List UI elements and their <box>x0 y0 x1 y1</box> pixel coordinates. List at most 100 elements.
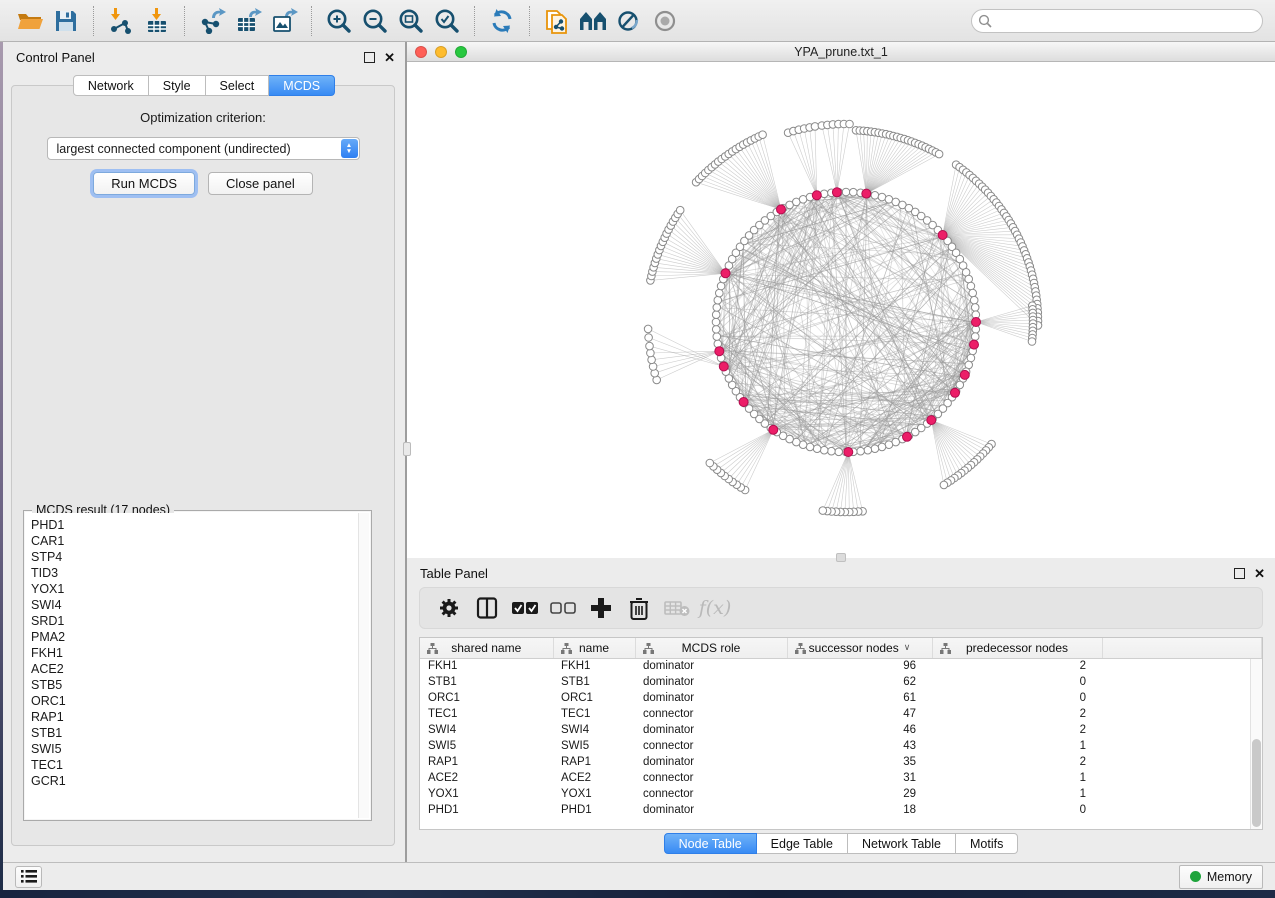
mcds-result-item[interactable]: YOX1 <box>31 581 357 597</box>
mcds-result-item[interactable]: TID3 <box>31 565 357 581</box>
combo-stepper-icon: ▲▼ <box>341 139 358 158</box>
memory-status-icon <box>1190 871 1201 882</box>
save-session-button[interactable] <box>48 4 84 38</box>
first-neighbors-button[interactable] <box>575 4 611 38</box>
import-table-button[interactable] <box>139 4 175 38</box>
column-header-name[interactable]: name <box>553 638 635 658</box>
mcds-result-item[interactable]: FKH1 <box>31 645 357 661</box>
network-canvas[interactable] <box>407 62 1275 558</box>
mcds-result-item[interactable]: PMA2 <box>31 629 357 645</box>
optimization-criterion-select[interactable]: largest connected component (undirected)… <box>47 137 360 160</box>
table-row[interactable]: RAP1RAP1dominator352 <box>420 754 1262 770</box>
table-row[interactable]: FKH1FKH1dominator962 <box>420 658 1262 674</box>
tab-edge-table[interactable]: Edge Table <box>757 833 848 854</box>
optimization-criterion-label: Optimization criterion: <box>12 110 394 125</box>
control-panel-close-button[interactable]: ✕ <box>384 52 395 63</box>
zoom-selected-button[interactable] <box>429 4 465 38</box>
table-row[interactable]: SWI5SWI5connector431 <box>420 738 1262 754</box>
select-all-button[interactable] <box>508 591 542 625</box>
column-header-shared-name[interactable]: shared name <box>420 638 553 658</box>
attribute-icon <box>795 643 806 654</box>
desktop-background-strip <box>0 890 1275 898</box>
memory-button[interactable]: Memory <box>1179 865 1263 889</box>
mcds-result-item[interactable]: STP4 <box>31 549 357 565</box>
export-table-icon <box>235 8 262 34</box>
mcds-result-item[interactable]: ACE2 <box>31 661 357 677</box>
mcds-result-item[interactable]: RAP1 <box>31 709 357 725</box>
table-row[interactable]: STB1STB1dominator620 <box>420 674 1262 690</box>
tab-motifs[interactable]: Motifs <box>956 833 1018 854</box>
show-columns-button[interactable] <box>470 591 504 625</box>
mcds-result-item[interactable]: SWI4 <box>31 597 357 613</box>
mcds-result-item[interactable]: STB5 <box>31 677 357 693</box>
open-file-button[interactable] <box>12 4 48 38</box>
zoom-out-button[interactable] <box>357 4 393 38</box>
close-panel-button[interactable]: Close panel <box>208 172 313 195</box>
zoom-in-button[interactable] <box>321 4 357 38</box>
save-icon <box>54 9 78 33</box>
mcds-result-item[interactable]: ORC1 <box>31 693 357 709</box>
node-table-container: shared namenameMCDS rolesuccessor nodes∨… <box>419 637 1263 830</box>
tab-node-table[interactable]: Node Table <box>664 833 757 854</box>
function-builder-button[interactable]: f(x) <box>698 591 732 625</box>
trash-icon <box>629 597 649 620</box>
table-row[interactable]: TEC1TEC1connector472 <box>420 706 1262 722</box>
gear-icon <box>438 597 460 619</box>
horizontal-splitter-grip[interactable] <box>836 553 846 562</box>
attribute-icon <box>940 643 951 654</box>
tab-select[interactable]: Select <box>206 75 270 96</box>
table-panel-tabs: Node TableEdge TableNetwork TableMotifs <box>407 833 1275 854</box>
network-graph-svg <box>407 62 1275 558</box>
show-panels-list-button[interactable] <box>15 866 42 888</box>
delete-table-button[interactable] <box>660 591 694 625</box>
tab-mcds[interactable]: MCDS <box>269 75 335 96</box>
network-window-title: YPA_prune.txt_1 <box>407 45 1275 59</box>
table-scrollbar[interactable] <box>1250 659 1262 829</box>
column-header-predecessor-nodes[interactable]: predecessor nodes <box>932 638 1102 658</box>
export-image-button[interactable] <box>266 4 302 38</box>
network-from-selection-button[interactable] <box>539 4 575 38</box>
mcds-result-item[interactable]: CAR1 <box>31 533 357 549</box>
vertical-splitter-grip[interactable] <box>403 442 411 456</box>
table-row[interactable]: ORC1ORC1dominator610 <box>420 690 1262 706</box>
apply-layout-button[interactable] <box>484 4 520 38</box>
show-all-button[interactable] <box>647 4 683 38</box>
mcds-result-item[interactable]: PHD1 <box>31 517 357 533</box>
mcds-result-item[interactable]: SWI5 <box>31 741 357 757</box>
table-row[interactable]: ACE2ACE2connector311 <box>420 770 1262 786</box>
export-network-button[interactable] <box>194 4 230 38</box>
tab-style[interactable]: Style <box>149 75 206 96</box>
network-from-selection-icon <box>544 7 570 35</box>
search-input[interactable] <box>971 9 1263 33</box>
mcds-result-item[interactable]: GCR1 <box>31 773 357 789</box>
column-header-MCDS-role[interactable]: MCDS role <box>635 638 787 658</box>
tab-network[interactable]: Network <box>73 75 149 96</box>
table-row[interactable]: PHD1PHD1dominator180 <box>420 802 1262 818</box>
delete-column-button[interactable] <box>622 591 656 625</box>
mcds-result-scrollbar[interactable] <box>358 513 369 818</box>
mcds-result-item[interactable]: SRD1 <box>31 613 357 629</box>
control-panel-float-button[interactable] <box>364 52 375 63</box>
zoom-fit-button[interactable] <box>393 4 429 38</box>
hide-selected-button[interactable] <box>611 4 647 38</box>
table-scrollbar-thumb[interactable] <box>1252 739 1261 827</box>
import-network-button[interactable] <box>103 4 139 38</box>
column-header-successor-nodes[interactable]: successor nodes∨ <box>787 638 932 658</box>
mcds-result-item[interactable]: STB1 <box>31 725 357 741</box>
export-table-button[interactable] <box>230 4 266 38</box>
mcds-result-item[interactable]: TEC1 <box>31 757 357 773</box>
table-panel-float-button[interactable] <box>1234 568 1245 579</box>
run-mcds-button[interactable]: Run MCDS <box>93 172 195 195</box>
table-row[interactable]: SWI4SWI4dominator462 <box>420 722 1262 738</box>
table-row[interactable]: YOX1YOX1connector291 <box>420 786 1262 802</box>
table-settings-button[interactable] <box>432 591 466 625</box>
deselect-all-button[interactable] <box>546 591 580 625</box>
mcds-panel: Optimization criterion: largest connecte… <box>11 85 395 846</box>
table-panel-close-button[interactable]: ✕ <box>1254 568 1265 579</box>
columns-icon <box>476 597 498 619</box>
tab-network-table[interactable]: Network Table <box>848 833 956 854</box>
status-bar: Memory <box>3 862 1275 890</box>
control-panel-title: Control Panel <box>16 50 95 65</box>
control-panel-tabs: NetworkStyleSelectMCDS <box>3 75 405 96</box>
add-column-button[interactable] <box>584 591 618 625</box>
